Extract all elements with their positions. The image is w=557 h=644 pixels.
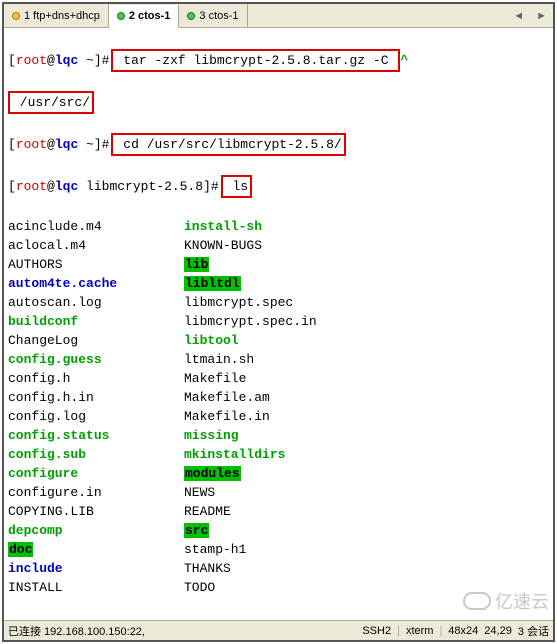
tab-3[interactable]: 3 ctos-1 — [179, 4, 247, 27]
ls-row: config.guess ltmain.sh — [8, 350, 549, 369]
ls-entry: ltmain.sh — [184, 352, 254, 367]
ls-entry: config.guess — [8, 352, 102, 367]
ls-row: config.h Makefile — [8, 369, 549, 388]
ls-entry: configure.in — [8, 485, 102, 500]
ls-row: configure modules — [8, 464, 549, 483]
ls-entry: Makefile.in — [184, 409, 270, 424]
ls-row: aclocal.m4 KNOWN-BUGS — [8, 236, 549, 255]
ls-entry: TODO — [184, 580, 215, 595]
status-size: 48x24 — [448, 625, 478, 637]
status-protocol: SSH2 — [362, 625, 391, 637]
status-connection: 已连接 192.168.100.150:22, — [8, 623, 145, 639]
ls-entry: aclocal.m4 — [8, 238, 86, 253]
tab-label: 3 ctos-1 — [199, 10, 238, 22]
ls-entry: libtool — [184, 333, 239, 348]
status-sessions: 3 会话 — [518, 623, 549, 639]
highlight-command-2: cd /usr/src/libmcrypt-2.5.8/ — [111, 133, 345, 156]
tab-label: 2 ctos-1 — [129, 10, 171, 22]
tab-2[interactable]: 2 ctos-1 — [109, 5, 180, 28]
ls-entry: COPYING.LIB — [8, 504, 94, 519]
ls-entry: KNOWN-BUGS — [184, 238, 262, 253]
ls-row: include THANKS — [8, 559, 549, 578]
ls-entry: src — [184, 523, 209, 538]
ls-entry: mkinstalldirs — [184, 447, 285, 462]
ls-entry: Makefile — [184, 371, 246, 386]
ls-entry: Makefile.am — [184, 390, 270, 405]
ls-row: autoscan.log libmcrypt.spec — [8, 293, 549, 312]
ls-entry: config.h — [8, 371, 70, 386]
ls-entry: acinclude.m4 — [8, 219, 102, 234]
status-term: xterm — [406, 625, 434, 637]
ls-row: AUTHORS lib — [8, 255, 549, 274]
ls-entry: libmcrypt.spec — [184, 295, 293, 310]
status-position: 24,29 — [484, 625, 512, 637]
ls-row: config.sub mkinstalldirs — [8, 445, 549, 464]
ls-entry: INSTALL — [8, 580, 63, 595]
ls-row: INSTALL TODO — [8, 578, 549, 597]
terminal-output[interactable]: [root@lqc ~]# tar -zxf libmcrypt-2.5.8.t… — [4, 28, 553, 620]
ls-entry: NEWS — [184, 485, 215, 500]
tab-status-icon — [12, 12, 20, 20]
ls-entry: AUTHORS — [8, 257, 63, 272]
ls-row: ChangeLog libtool — [8, 331, 549, 350]
status-bar: 已连接 192.168.100.150:22, SSH2 | xterm | 4… — [4, 620, 553, 640]
ls-entry: stamp-h1 — [184, 542, 246, 557]
ls-row: config.log Makefile.in — [8, 407, 549, 426]
ls-row: configure.in NEWS — [8, 483, 549, 502]
ls-row: config.h.in Makefile.am — [8, 388, 549, 407]
ls-entry: README — [184, 504, 231, 519]
ls-entry: config.sub — [8, 447, 86, 462]
ls-entry: libmcrypt.spec.in — [184, 314, 317, 329]
ls-row: autom4te.cache libltdl — [8, 274, 549, 293]
ls-entry: buildconf — [8, 314, 78, 329]
ls-output: acinclude.m4 install-sh aclocal.m4 KNOWN-BU… — [8, 217, 549, 597]
ls-entry: missing — [184, 428, 239, 443]
ls-row: acinclude.m4 install-sh — [8, 217, 549, 236]
ls-row: COPYING.LIB README — [8, 502, 549, 521]
ls-entry: include — [8, 561, 63, 576]
highlight-command-3: ls — [221, 175, 252, 198]
tab-status-icon — [117, 12, 125, 20]
ls-entry: config.status — [8, 428, 109, 443]
ls-entry: libltdl — [184, 276, 241, 291]
tab-status-icon — [187, 12, 195, 20]
ls-entry: lib — [184, 257, 209, 272]
ls-entry: install-sh — [184, 219, 262, 234]
tab-bar: 1 ftp+dns+dhcp 2 ctos-1 3 ctos-1 ◄ ► — [4, 4, 553, 28]
ls-entry: modules — [184, 466, 241, 481]
highlight-command-1b: /usr/src/ — [8, 91, 94, 114]
tab-scroll-left-icon[interactable]: ◄ — [507, 10, 530, 22]
ls-entry: ChangeLog — [8, 333, 78, 348]
ls-entry: autoscan.log — [8, 295, 102, 310]
ls-row: depcomp src — [8, 521, 549, 540]
ls-entry: config.h.in — [8, 390, 94, 405]
ls-entry: THANKS — [184, 561, 231, 576]
ls-entry: configure — [8, 466, 78, 481]
ls-row: config.status missing — [8, 426, 549, 445]
ls-row: buildconf libmcrypt.spec.in — [8, 312, 549, 331]
highlight-command-1a: tar -zxf libmcrypt-2.5.8.tar.gz -C — [111, 49, 400, 72]
tab-scroll-right-icon[interactable]: ► — [530, 10, 553, 22]
ls-entry: depcomp — [8, 523, 63, 538]
ls-entry: doc — [8, 542, 33, 557]
tab-1[interactable]: 1 ftp+dns+dhcp — [4, 4, 109, 27]
tab-label: 1 ftp+dns+dhcp — [24, 10, 100, 22]
ls-entry: autom4te.cache — [8, 276, 117, 291]
ls-entry: config.log — [8, 409, 86, 424]
